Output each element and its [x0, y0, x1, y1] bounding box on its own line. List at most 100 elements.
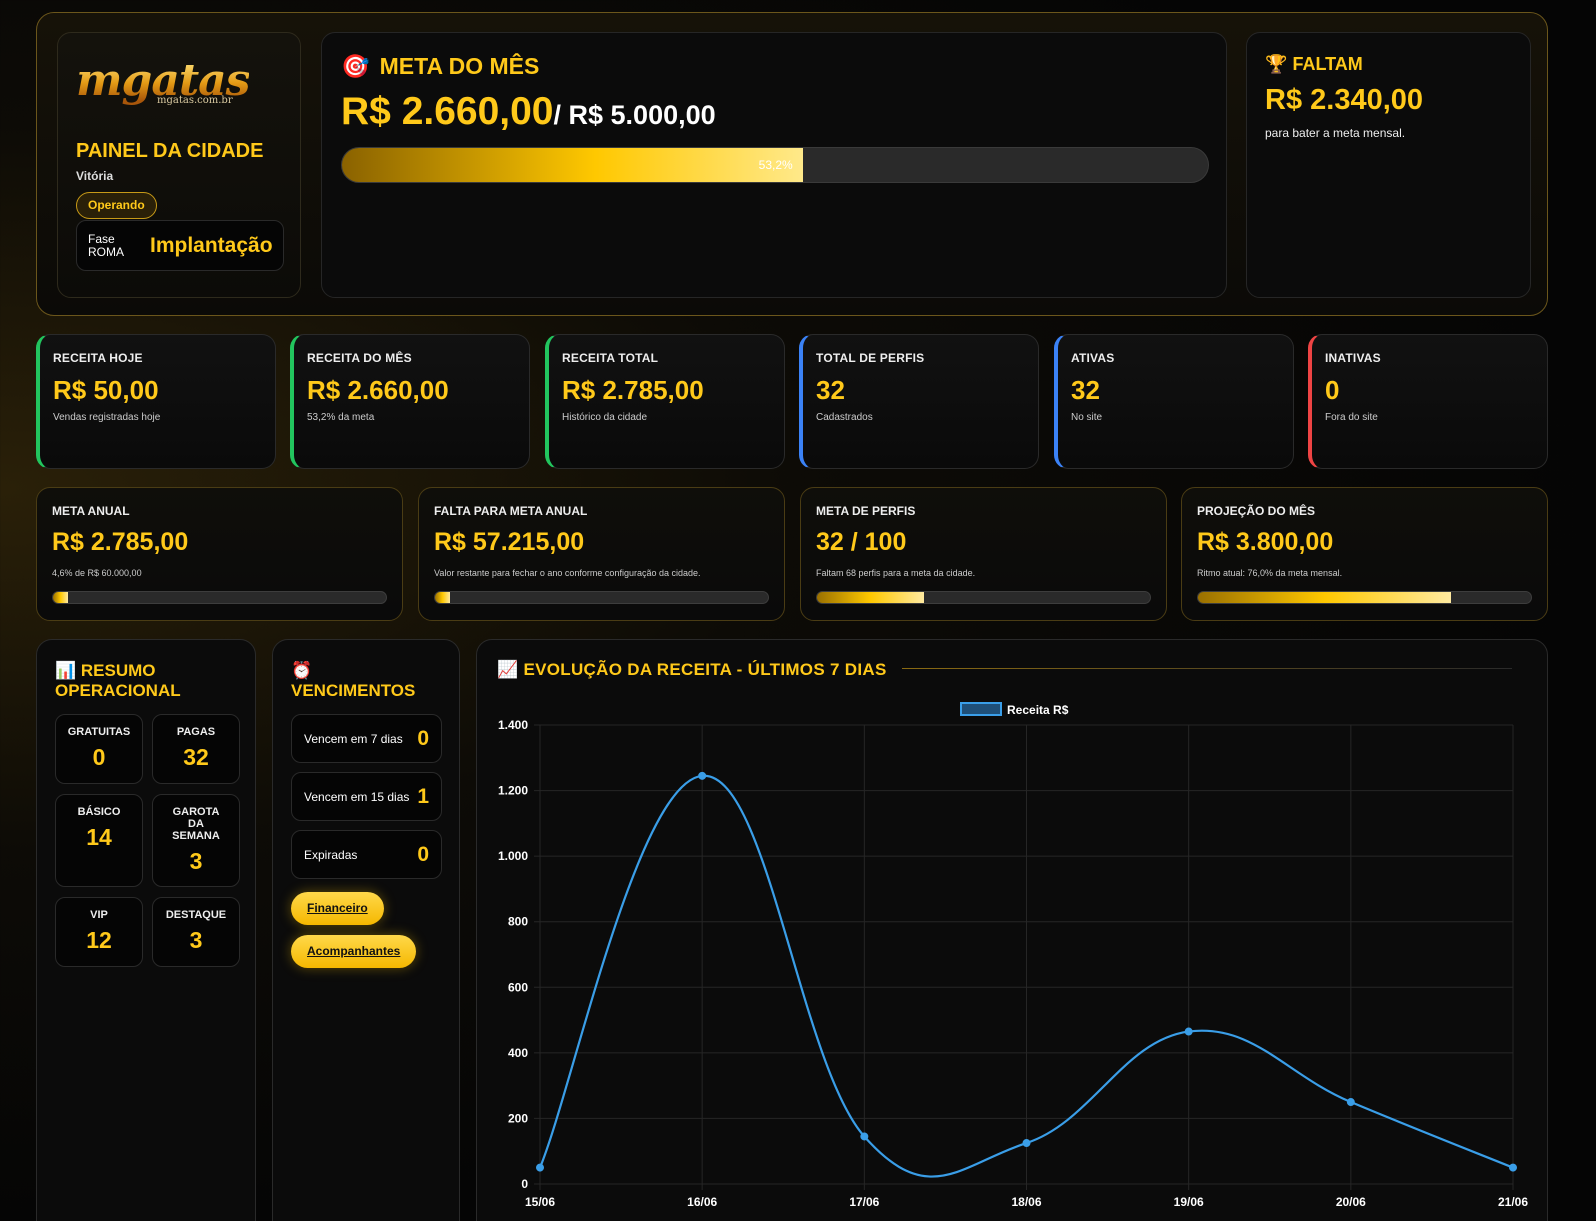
stat-subtitle: Vendas registradas hoje: [53, 412, 161, 423]
stat-card-receita-mes: RECEITA DO MÊS R$ 2.660,00 53,2% da meta: [290, 334, 530, 469]
stat-label: INATIVAS: [1325, 351, 1381, 365]
meta-label: FALTA PARA META ANUAL: [434, 504, 588, 518]
revenue-line-chart: 0 200 400 600 800 1.000 1.200 1.400 15/06 16/06 17…: [498, 702, 1528, 1209]
stat-label: RECEITA HOJE: [53, 351, 143, 365]
meta-value: R$ 3.800,00: [1197, 528, 1334, 556]
data-point: [536, 1163, 544, 1172]
resumo-item-pagas: PAGAS 32: [152, 714, 240, 784]
resumo-title-line-1: RESUMO: [80, 661, 156, 680]
legend-swatch: [960, 702, 1002, 716]
meta-value: R$ 57.215,00: [434, 528, 585, 556]
data-point: [1346, 1098, 1355, 1107]
phase-box: Fase ROMA Implantação: [76, 220, 284, 271]
meta-label: META ANUAL: [52, 504, 130, 518]
meta-progress-bar: [52, 591, 387, 604]
meta-card-anual: META ANUAL R$ 2.785,00 4,6% de R$ 60.000…: [36, 487, 403, 621]
stat-value: R$ 2.785,00: [562, 375, 704, 405]
hero-panel: mgatas mgatas.com.br PAINEL DA CIDADE Vi…: [36, 12, 1548, 316]
remaining-card: 🏆 FALTAM R$ 2.340,00 para bater a meta m…: [1246, 32, 1531, 298]
resumo-item-label: BÁSICO: [77, 806, 121, 818]
meta-value: 32 / 100: [816, 528, 907, 556]
meta-progress-bar: [434, 591, 769, 604]
stat-value: 0: [1325, 375, 1340, 405]
resumo-title: 📊 RESUMO OPERACIONAL: [55, 661, 181, 701]
resumo-item-label: PAGAS: [176, 726, 216, 738]
meta-progress-fill: [817, 592, 924, 603]
y-tick-label: 400: [508, 1046, 528, 1060]
acompanhantes-button[interactable]: Acompanhantes: [291, 935, 417, 968]
resumo-item-value: 32: [183, 744, 209, 770]
vencimento-value: 0: [417, 843, 429, 866]
meta-label: META DE PERFIS: [816, 504, 916, 518]
remaining-title-text: FALTAM: [1292, 54, 1363, 74]
target-icon: 🎯: [341, 53, 370, 79]
trophy-icon: 🏆: [1265, 54, 1288, 74]
data-point: [1022, 1139, 1031, 1148]
x-tick-label: 19/06: [1174, 1195, 1204, 1209]
vencimento-value: 1: [417, 785, 429, 808]
vencimento-label: Vencem em 15 dias: [304, 790, 410, 804]
data-point: [1509, 1163, 1517, 1172]
y-tick-label: 1.400: [498, 718, 528, 732]
vencimentos-card: ⏰ VENCIMENTOS Vencem em 7 dias 0 Vencem …: [272, 639, 460, 1221]
monthly-goal-current: R$ 2.660,00: [341, 90, 554, 133]
vencimentos-title: ⏰ VENCIMENTOS: [291, 661, 415, 701]
brand-logo-subtitle: mgatas.com.br: [157, 95, 233, 106]
stat-card-ativas: ATIVAS 32 No site: [1054, 334, 1294, 469]
vencimento-row-7-dias: Vencem em 7 dias 0: [291, 714, 442, 763]
y-tick-label: 1.000: [498, 849, 528, 863]
stat-subtitle: No site: [1071, 412, 1103, 423]
stat-value: R$ 50,00: [53, 375, 159, 405]
y-tick-label: 200: [508, 1111, 528, 1125]
monthly-goal-progress-fill: 53,2%: [342, 148, 803, 182]
meta-progress-fill: [53, 592, 69, 603]
status-badge: Operando: [76, 192, 157, 219]
remaining-amount: R$ 2.340,00: [1265, 84, 1424, 116]
x-tick-label: 15/06: [525, 1195, 555, 1209]
monthly-goal-target: / R$ 5.000,00: [553, 100, 716, 130]
meta-subtitle: Ritmo atual: 76,0% da meta mensal.: [1197, 568, 1343, 578]
data-point: [698, 771, 707, 780]
stat-card-receita-hoje: RECEITA HOJE R$ 50,00 Vendas registradas…: [36, 334, 276, 469]
stat-subtitle: Histórico da cidade: [562, 412, 648, 423]
meta-progress-bar: [816, 591, 1151, 604]
x-tick-label: 18/06: [1011, 1195, 1041, 1209]
stat-subtitle: Fora do site: [1325, 412, 1378, 423]
legend-label: Receita R$: [1007, 703, 1069, 717]
stat-value: 32: [816, 375, 845, 405]
resumo-item-value: 12: [86, 927, 112, 953]
bar-chart-icon: 📊: [55, 661, 77, 680]
stat-subtitle: 53,2% da meta: [307, 412, 375, 423]
monthly-goal-title: 🎯 META DO MÊS: [341, 53, 539, 80]
y-tick-label: 1.200: [498, 784, 528, 798]
vencimento-row-expiradas: Expiradas 0: [291, 830, 442, 879]
y-tick-label: 600: [508, 980, 528, 994]
stat-subtitle: Cadastrados: [816, 412, 873, 423]
meta-value: R$ 2.785,00: [52, 528, 189, 556]
resumo-item-value: 3: [189, 927, 203, 953]
resumo-item-value: 14: [86, 824, 112, 850]
meta-card-projecao: PROJEÇÃO DO MÊS R$ 3.800,00 Ritmo atual:…: [1181, 487, 1548, 621]
monthly-goal-title-text: META DO MÊS: [379, 53, 540, 79]
monthly-goal-percent: 53,2%: [758, 158, 793, 172]
resumo-item-label: DESTAQUE: [165, 909, 227, 921]
resumo-item-vip: VIP 12: [55, 897, 143, 967]
meta-card-perfis: META DE PERFIS 32 / 100 Faltam 68 perfis…: [800, 487, 1167, 621]
meta-progress-bar: [1197, 591, 1532, 604]
stat-card-receita-total: RECEITA TOTAL R$ 2.785,00 Histórico da c…: [545, 334, 785, 469]
stat-value: R$ 2.660,00: [307, 375, 449, 405]
resumo-item-label: VIP: [90, 909, 108, 921]
meta-subtitle: 4,6% de R$ 60.000,00: [52, 568, 142, 578]
resumo-operacional-card: 📊 RESUMO OPERACIONAL GRATUITAS 0 PAGAS 3…: [36, 639, 256, 1221]
vencimento-label: Expiradas: [304, 848, 358, 862]
stat-label: ATIVAS: [1071, 351, 1115, 365]
financeiro-button[interactable]: Financeiro: [291, 892, 384, 925]
phase-label-line-2: ROMA: [88, 245, 124, 259]
vencimentos-title-text: VENCIMENTOS: [291, 681, 416, 700]
resumo-item-value: 0: [92, 744, 106, 770]
stat-label: RECEITA TOTAL: [562, 351, 659, 365]
y-tick-label: 0: [521, 1177, 528, 1191]
meta-subtitle: Faltam 68 perfis para a meta da cidade.: [816, 568, 976, 578]
phase-value: Implantação: [150, 234, 273, 257]
meta-progress-fill: [435, 592, 451, 603]
